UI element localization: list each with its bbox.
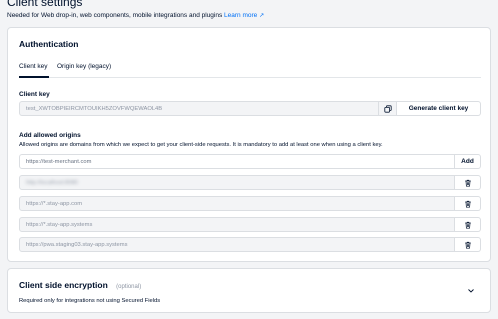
authentication-card: Authentication Client key Origin key (le… xyxy=(7,27,491,262)
origin-input[interactable]: https://test-merchant.com xyxy=(19,154,455,169)
origin-row: https://*.stay-app.systems xyxy=(19,217,481,232)
trash-icon[interactable] xyxy=(464,179,472,187)
learn-more-link[interactable]: Learn more ↗ xyxy=(224,12,264,19)
client-key-row: test_XWTOBPIEIRCMTOUIKH5ZOVFWQEWAOL4B Ge… xyxy=(19,101,481,116)
origin-field: https://pwa.staging03.stay-app.systems xyxy=(19,237,455,252)
allowed-origins-label: Add allowed origins xyxy=(19,132,81,139)
tab-client-key[interactable]: Client key xyxy=(19,63,48,70)
copy-client-key-button[interactable] xyxy=(379,101,397,116)
origin-row: https://pwa.staging03.stay-app.systems xyxy=(19,237,481,252)
cse-heading-text: Client side encryption xyxy=(19,280,108,290)
page-subtitle: Needed for Web drop-in, web components, … xyxy=(7,12,264,19)
active-tab-indicator xyxy=(19,76,49,78)
copy-icon[interactable] xyxy=(383,104,392,113)
page-title: Client settings xyxy=(7,0,83,9)
external-link-icon[interactable]: ↗ xyxy=(259,13,264,19)
delete-origin-button[interactable] xyxy=(455,217,481,232)
client-side-encryption-card[interactable]: Client side encryption (optional) Requir… xyxy=(7,268,491,313)
trash-icon[interactable] xyxy=(464,221,472,229)
origin-row: https://*.stay-app.com xyxy=(19,196,481,211)
tab-origin-key-legacy[interactable]: Origin key (legacy) xyxy=(57,63,111,70)
delete-origin-button[interactable] xyxy=(455,196,481,211)
origin-field: https://*.stay-app.systems xyxy=(19,217,455,232)
generate-client-key-button[interactable]: Generate client key xyxy=(397,101,481,116)
origin-field: https://*.stay-app.com xyxy=(19,196,455,211)
trash-icon[interactable] xyxy=(464,241,472,249)
client-key-field[interactable]: test_XWTOBPIEIRCMTOUIKH5ZOVFWQEWAOL4B xyxy=(19,101,379,116)
cse-subtitle: Required only for integrations not using… xyxy=(19,298,161,304)
client-key-label: Client key xyxy=(19,91,50,98)
learn-more-label[interactable]: Learn more xyxy=(224,12,257,19)
allowed-origins-help: Allowed origins are domains from which w… xyxy=(19,142,383,148)
optional-tag: (optional) xyxy=(116,284,142,290)
authentication-heading: Authentication xyxy=(19,39,79,49)
add-origin-button[interactable]: Add xyxy=(455,154,481,169)
add-origin-row: https://test-merchant.com Add xyxy=(19,154,481,169)
delete-origin-button[interactable] xyxy=(455,175,481,190)
auth-tabs: Client key Origin key (legacy) xyxy=(19,60,481,78)
origin-value-redacted: http://localhost:8080 xyxy=(26,180,78,186)
origin-field: http://localhost:8080 xyxy=(19,175,455,190)
page-subtitle-text: Needed for Web drop-in, web components, … xyxy=(7,12,223,19)
origin-row: http://localhost:8080 xyxy=(19,175,481,190)
chevron-down-icon[interactable] xyxy=(468,289,474,293)
expand-button[interactable] xyxy=(466,286,476,296)
delete-origin-button[interactable] xyxy=(455,237,481,252)
trash-icon[interactable] xyxy=(464,200,472,208)
cse-heading: Client side encryption (optional) xyxy=(19,280,141,290)
